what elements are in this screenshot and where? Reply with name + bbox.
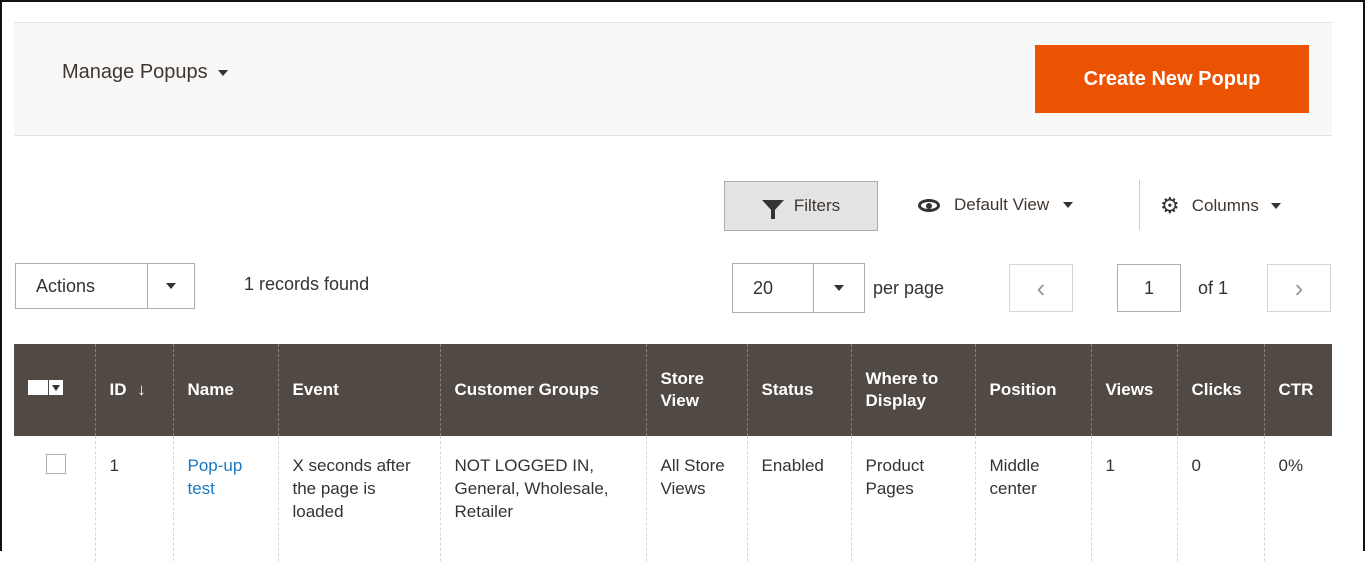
chevron-right-icon: › xyxy=(1294,272,1304,303)
caret-down-icon xyxy=(834,285,844,291)
create-new-popup-button[interactable]: Create New Popup xyxy=(1035,45,1309,113)
cell-id: 1 xyxy=(94,436,173,561)
column-header-ctr[interactable]: CTR xyxy=(1263,344,1332,436)
column-header-views[interactable]: Views xyxy=(1090,344,1177,436)
cell-status: Enabled xyxy=(746,436,851,561)
page-title: Manage Popups xyxy=(62,61,208,83)
caret-down-icon xyxy=(52,384,60,391)
filter-icon xyxy=(761,200,784,219)
per-page-select[interactable]: 20 xyxy=(732,263,865,313)
per-page-toggle[interactable] xyxy=(813,264,864,312)
caret-down-icon xyxy=(1063,202,1074,208)
caret-down-icon xyxy=(166,283,176,289)
columns-label: Columns xyxy=(1191,196,1259,215)
column-header-status[interactable]: Status xyxy=(746,344,851,436)
column-header-clicks[interactable]: Clicks xyxy=(1176,344,1264,436)
column-header-where-to-display[interactable]: Where to Display xyxy=(850,344,975,436)
cell-ctr: 0% xyxy=(1263,436,1332,561)
cell-store-view: All Store Views xyxy=(645,436,747,561)
view-switcher[interactable]: Default View xyxy=(918,195,1074,215)
caret-down-icon xyxy=(217,69,228,76)
chevron-left-icon: ‹ xyxy=(1036,272,1046,303)
column-header-store-view[interactable]: Store View xyxy=(645,344,747,436)
cell-position: Middle center xyxy=(974,436,1091,561)
sort-arrow-down-icon: ↓ xyxy=(137,380,146,399)
view-label: Default View xyxy=(954,195,1050,214)
filters-button[interactable]: Filters xyxy=(724,181,878,231)
table-row: 1 Pop-up test X seconds after the page i… xyxy=(14,436,1332,561)
mass-select-control[interactable] xyxy=(28,380,63,395)
cell-event: X seconds after the page is loaded xyxy=(277,436,440,561)
gear-icon: ⚙ xyxy=(1160,193,1180,218)
filters-label: Filters xyxy=(793,196,841,215)
actions-toggle[interactable] xyxy=(147,264,194,308)
page-total: of 1 xyxy=(1198,278,1229,298)
column-header-position[interactable]: Position xyxy=(974,344,1091,436)
popups-grid: ID ↓ Name Event Customer Groups Store Vi… xyxy=(14,344,1332,561)
row-checkbox[interactable] xyxy=(46,454,66,474)
columns-control[interactable]: ⚙ Columns xyxy=(1160,195,1281,217)
caret-down-icon xyxy=(1270,203,1281,209)
next-page-button[interactable]: › xyxy=(1267,264,1331,312)
actions-dropdown[interactable]: Actions xyxy=(15,263,195,309)
records-found: 1 records found xyxy=(244,274,370,294)
column-header-name[interactable]: Name xyxy=(172,344,278,436)
previous-page-button[interactable]: ‹ xyxy=(1009,264,1073,312)
cell-where-to-display: Product Pages xyxy=(850,436,975,561)
cell-clicks: 0 xyxy=(1176,436,1264,561)
popup-name-link[interactable]: Pop-up test xyxy=(188,456,243,498)
cell-views: 1 xyxy=(1090,436,1177,561)
eye-icon xyxy=(918,198,940,212)
column-header-customer-groups[interactable]: Customer Groups xyxy=(439,344,646,436)
page-number-input[interactable]: 1 xyxy=(1117,264,1181,312)
per-page-value: 20 xyxy=(753,277,774,298)
page-title-switcher[interactable]: Manage Popups xyxy=(62,61,228,84)
mass-select-header[interactable] xyxy=(14,344,95,436)
per-page-label: per page xyxy=(873,278,945,298)
page-header: Manage Popups Create New Popup xyxy=(14,22,1332,136)
cell-customer-groups: NOT LOGGED IN, General, Wholesale, Retai… xyxy=(439,436,646,561)
actions-label: Actions xyxy=(36,275,96,296)
toolbar-divider xyxy=(1139,180,1140,230)
column-header-id[interactable]: ID ↓ xyxy=(94,344,173,436)
column-header-event[interactable]: Event xyxy=(277,344,440,436)
table-header-row: ID ↓ Name Event Customer Groups Store Vi… xyxy=(14,344,1332,436)
